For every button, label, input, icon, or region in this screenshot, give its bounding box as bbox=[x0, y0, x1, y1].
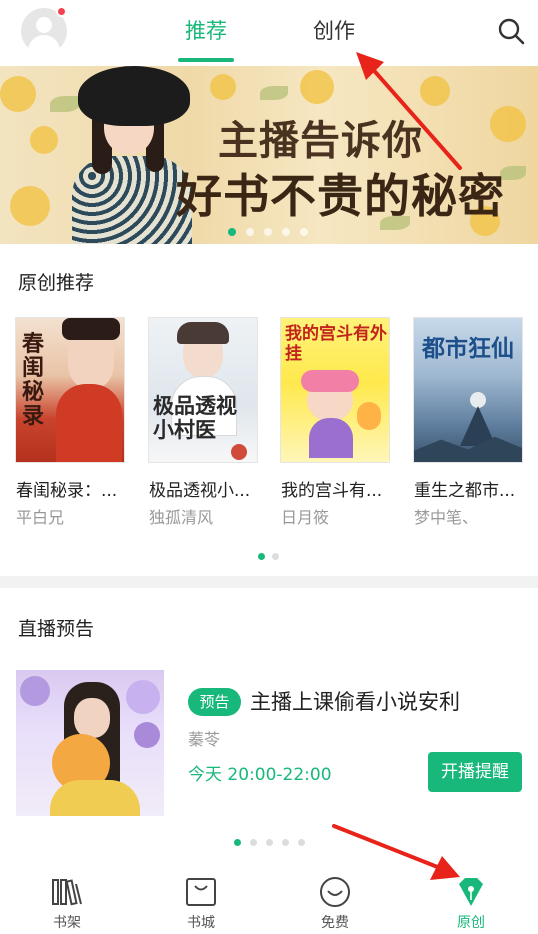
book-title: 重生之都市... bbox=[414, 481, 516, 501]
preview-badge: 预告 bbox=[188, 688, 241, 716]
section-divider bbox=[0, 576, 538, 588]
banner-headline-1: 主播告诉你 bbox=[218, 117, 423, 164]
pagination-dot bbox=[264, 228, 272, 236]
pagination-dot bbox=[228, 228, 236, 236]
section-title-original-recommend: 原创推荐 bbox=[18, 272, 95, 294]
banner-model-hat bbox=[78, 66, 190, 126]
gem-pen-icon bbox=[459, 878, 483, 906]
recommend-pagination bbox=[258, 545, 286, 564]
pagination-dot bbox=[272, 553, 279, 560]
book-author: 日月筱 bbox=[281, 508, 330, 527]
live-show-title[interactable]: 主播上课偷看小说安利 bbox=[250, 686, 460, 716]
book-cover: 春闺秘录 bbox=[16, 318, 124, 462]
tab-create[interactable]: 创作 bbox=[304, 16, 364, 46]
smiley-icon bbox=[320, 877, 350, 907]
nav-label: 书架 bbox=[53, 915, 81, 931]
promo-banner[interactable]: 主播告诉你 好书不贵的秘密 bbox=[0, 66, 538, 244]
bookshelf-icon bbox=[52, 879, 82, 906]
pagination-dot bbox=[246, 228, 254, 236]
book-cover-title: 都市狂仙 bbox=[422, 335, 514, 362]
notification-dot bbox=[56, 6, 67, 17]
pagination-dot bbox=[282, 228, 290, 236]
nav-label: 免费 bbox=[321, 915, 349, 931]
pagination-dot bbox=[282, 839, 289, 846]
banner-headline-2: 好书不贵的秘密 bbox=[176, 169, 505, 223]
nav-label: 原创 bbox=[457, 915, 485, 931]
pagination-dot bbox=[300, 228, 308, 236]
pagination-dot bbox=[258, 553, 265, 560]
bottom-nav: 书架 书城 免费 原创 bbox=[0, 856, 538, 934]
remind-button[interactable]: 开播提醒 bbox=[428, 752, 522, 792]
search-icon[interactable] bbox=[496, 16, 526, 46]
book-title: 极品透视小... bbox=[149, 481, 251, 501]
book-author: 平白兄 bbox=[16, 508, 65, 527]
banner-pagination bbox=[228, 228, 318, 236]
book-author: 梦中笔、 bbox=[414, 508, 479, 527]
book-title: 春闺秘录：... bbox=[16, 481, 118, 501]
nav-item-free[interactable]: 免费 bbox=[268, 856, 402, 934]
active-tab-indicator bbox=[178, 58, 234, 62]
live-time: 今天 20:00-22:00 bbox=[188, 765, 332, 785]
book-cover: 极品透视小村医 bbox=[149, 318, 257, 462]
tab-recommend[interactable]: 推荐 bbox=[176, 16, 236, 46]
book-author: 独孤清风 bbox=[149, 508, 214, 527]
avatar-body-shape bbox=[28, 35, 60, 54]
nav-label: 书城 bbox=[187, 915, 215, 931]
top-bar: 推荐 创作 bbox=[0, 0, 538, 66]
book-title: 我的宫斗有... bbox=[281, 481, 383, 501]
book-cover-title: 极品透视小村医 bbox=[153, 393, 237, 442]
book-cover: 我的宫斗有外挂 bbox=[281, 318, 389, 462]
pagination-dot bbox=[266, 839, 273, 846]
section-title-live-preview: 直播预告 bbox=[18, 618, 95, 640]
pagination-dot bbox=[298, 839, 305, 846]
pagination-dot bbox=[250, 839, 257, 846]
nav-item-bookshelf[interactable]: 书架 bbox=[0, 856, 134, 934]
pagination-dot bbox=[234, 839, 241, 846]
live-pagination bbox=[234, 831, 314, 850]
book-cover-title: 我的宫斗有外挂 bbox=[285, 324, 387, 364]
live-thumbnail[interactable] bbox=[16, 670, 164, 816]
avatar-head-shape bbox=[36, 17, 52, 33]
live-host-name: 蓁苓 bbox=[188, 730, 221, 749]
nav-item-bookstore[interactable]: 书城 bbox=[134, 856, 268, 934]
book-cover: 都市狂仙 bbox=[414, 318, 522, 462]
bookstore-bag-icon bbox=[186, 878, 216, 906]
nav-item-original[interactable]: 原创 bbox=[404, 856, 538, 934]
banner-model-dress bbox=[72, 156, 192, 244]
